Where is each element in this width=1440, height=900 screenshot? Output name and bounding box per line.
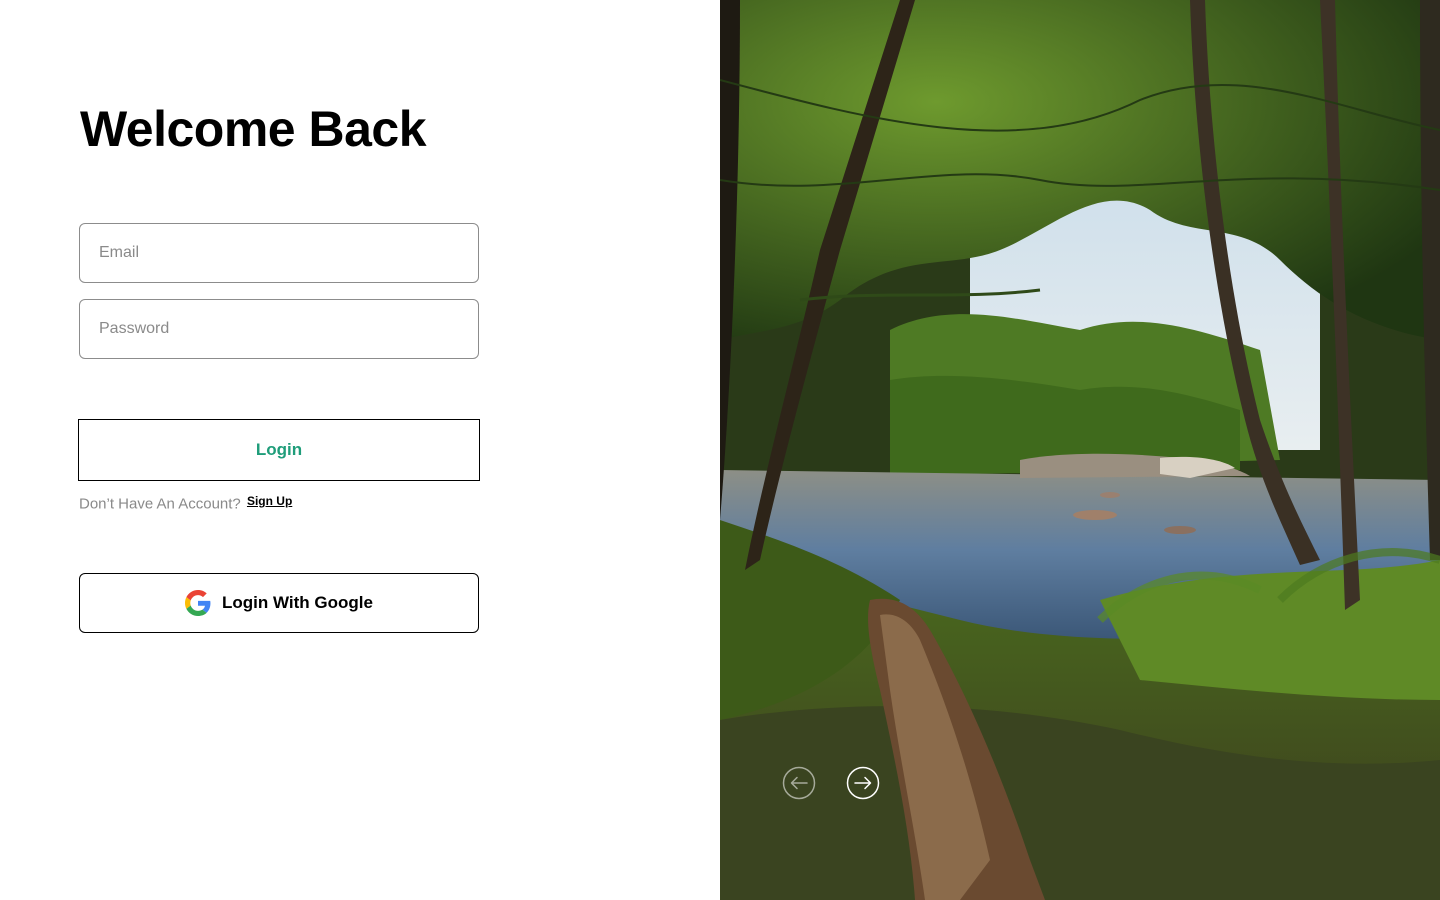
arrow-left-circle-icon[interactable] (782, 766, 816, 800)
signup-link[interactable]: Sign Up (247, 494, 292, 508)
google-login-label: Login With Google (222, 593, 373, 612)
login-button[interactable]: Login (78, 419, 480, 481)
signup-row: Don’t Have An Account? Sign Up (79, 494, 292, 513)
password-field[interactable] (79, 299, 479, 359)
signup-prompt: Don’t Have An Account? (79, 495, 241, 513)
arrow-right-circle-icon[interactable] (846, 766, 880, 800)
login-panel: Welcome Back Login Don’t Have An Account… (0, 0, 720, 900)
google-login-button[interactable]: Login With Google (79, 573, 479, 633)
email-field[interactable] (79, 223, 479, 283)
page-title: Welcome Back (80, 101, 427, 157)
hero-carousel (720, 0, 1440, 900)
email-input[interactable] (80, 224, 478, 282)
forest-river-photo (720, 0, 1440, 900)
password-input[interactable] (80, 300, 478, 358)
google-icon (185, 590, 211, 616)
